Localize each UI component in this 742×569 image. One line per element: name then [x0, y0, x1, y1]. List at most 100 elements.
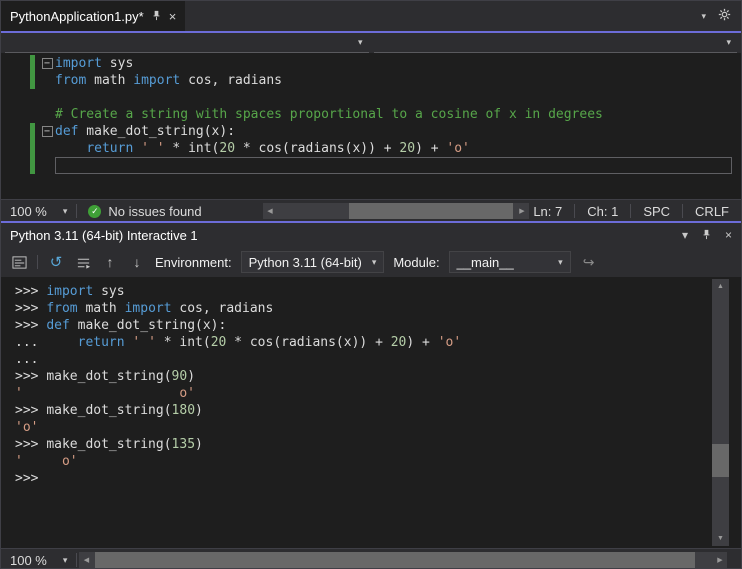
scrollbar-track[interactable] [93, 552, 713, 568]
change-indicator [30, 157, 35, 174]
module-label: Module: [393, 254, 440, 270]
code-token: make_dot_string( [46, 403, 172, 418]
editor-line [1, 157, 741, 174]
interactive-title-bar[interactable]: Python 3.11 (64-bit) Interactive 1 ▾ × [1, 223, 741, 247]
issues-label: No issues found [108, 203, 202, 219]
history-previous-icon[interactable]: ↑ [101, 253, 119, 271]
scrollbar-track[interactable] [712, 294, 729, 531]
interactive-output[interactable]: >>> import sys >>> from math import cos, … [1, 277, 741, 554]
code-token: 'o' [446, 141, 470, 156]
members-dropdown[interactable]: ▾ [373, 33, 737, 53]
fold-collapse-icon[interactable]: − [41, 58, 53, 69]
scroll-down-icon[interactable]: ▼ [712, 531, 729, 546]
repl-line: ... [15, 351, 707, 368]
code-token: # Create a string with spaces proportion… [55, 107, 603, 122]
repl-line: >>> make_dot_string(90) [15, 368, 707, 385]
scrollbar-track[interactable] [277, 203, 515, 219]
module-value: __main__ [456, 254, 514, 270]
fold-margin: − [39, 123, 55, 140]
line-ending-indicator: CRLF [695, 203, 729, 219]
code-token: ' ' [141, 141, 165, 156]
scrollbar-thumb[interactable] [712, 444, 729, 477]
pin-icon[interactable] [151, 9, 162, 24]
interactive-horizontal-scrollbar[interactable]: ◀ ▶ [79, 552, 727, 568]
code-token: >>> [15, 471, 47, 486]
editor-line [1, 89, 741, 106]
scroll-left-icon[interactable]: ◀ [263, 208, 277, 215]
close-icon[interactable]: × [725, 229, 732, 241]
repl-line: >>> [15, 470, 707, 487]
scroll-right-icon[interactable]: ▶ [515, 208, 529, 215]
code-text: from math import cos, radians [55, 72, 741, 89]
code-token: >>> [15, 437, 47, 452]
chevron-down-icon: ▾ [62, 554, 68, 565]
gear-icon[interactable] [718, 8, 731, 24]
scroll-right-icon[interactable]: ▶ [713, 557, 727, 564]
no-issues-icon: ✓ [88, 204, 102, 218]
code-token: import [55, 56, 102, 71]
fold-margin [39, 89, 55, 106]
code-token: * cos(radians(x)) + [235, 141, 400, 156]
code-text: def make_dot_string(x): [55, 123, 741, 140]
code-token: make_dot_string(x): [69, 318, 227, 333]
scrollbar-thumb[interactable] [349, 203, 513, 219]
change-indicator [30, 55, 35, 72]
send-to-interactive-icon[interactable]: ↪ [580, 253, 598, 271]
fold-margin: − [39, 55, 55, 72]
code-token: cos, radians [171, 301, 274, 316]
code-token: >>> [15, 318, 47, 333]
editor-status-bar: 100 % ▾ ✓ No issues found ◀ ▶ Ln: 7 Ch: … [1, 199, 741, 222]
code-token: ' o' [15, 454, 78, 469]
scroll-up-icon[interactable]: ▲ [712, 279, 729, 294]
code-token: * int( [164, 141, 220, 156]
code-token: sys [101, 56, 134, 71]
code-token: ) [195, 437, 203, 452]
code-token: 90 [171, 369, 188, 384]
history-next-icon[interactable]: ↓ [128, 253, 146, 271]
clear-screen-icon[interactable] [74, 253, 92, 271]
editor-horizontal-scrollbar[interactable]: ◀ ▶ [263, 203, 529, 219]
repl-line: >>> from math import cos, radians [15, 300, 707, 317]
code-token: 'o' [15, 420, 39, 435]
tab-bar-actions: ▾ [701, 1, 741, 31]
editor-line: from math import cos, radians [1, 72, 741, 89]
reset-icon[interactable]: ↺ [47, 253, 65, 271]
check-icon: ✓ [91, 205, 99, 216]
line-margin [1, 140, 39, 157]
environment-dropdown[interactable]: Python 3.11 (64-bit) ▾ [240, 251, 385, 273]
document-tab[interactable]: PythonApplication1.py* × [1, 1, 186, 31]
visual-studio-window: PythonApplication1.py* × ▾ ▾ ▾ − import s… [0, 0, 742, 569]
line-margin [1, 157, 39, 174]
code-token: import [124, 301, 172, 316]
interactive-options-icon[interactable] [10, 253, 28, 271]
scrollbar-thumb[interactable] [95, 552, 695, 568]
code-token: 20 [219, 141, 236, 156]
active-files-chevron-icon[interactable]: ▾ [701, 11, 706, 21]
module-dropdown[interactable]: __main__ ▾ [448, 251, 571, 273]
scroll-left-icon[interactable]: ◀ [79, 557, 93, 564]
code-editor[interactable]: − import sys from math import cos, radians… [1, 53, 741, 201]
code-token: 20 [399, 141, 416, 156]
interactive-window-controls: ▾ × [682, 228, 732, 243]
fold-margin [39, 106, 55, 123]
issues-indicator[interactable]: ✓ No issues found [77, 204, 212, 219]
types-dropdown[interactable]: ▾ [5, 33, 369, 53]
fold-collapse-icon[interactable]: − [41, 126, 53, 137]
code-token: >>> [15, 284, 47, 299]
code-token: ) + [406, 335, 438, 350]
code-token: 'o' [437, 335, 462, 350]
zoom-control[interactable]: 100 % ▾ [1, 549, 76, 568]
close-icon[interactable]: × [169, 10, 177, 23]
interactive-vertical-scrollbar[interactable]: ▲ ▼ [712, 279, 729, 546]
code-token: def [55, 124, 79, 139]
code-token: make_dot_string( [46, 369, 172, 384]
code-token: ) + [415, 141, 447, 156]
zoom-value: 100 % [10, 203, 47, 219]
zoom-control[interactable]: 100 % ▾ [1, 200, 76, 222]
line-margin [1, 72, 39, 89]
editor-line: − def make_dot_string(x): [1, 123, 741, 140]
pin-icon[interactable] [701, 228, 712, 243]
window-position-chevron-icon[interactable]: ▾ [682, 229, 688, 241]
